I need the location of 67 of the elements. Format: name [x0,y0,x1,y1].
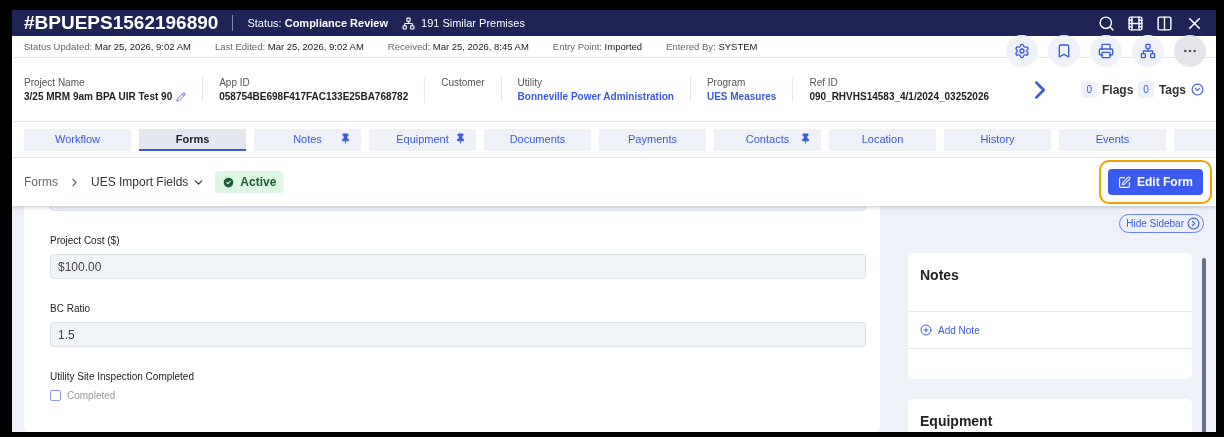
meta-item: Received: Mar 25, 2026, 8:45 AM [387,41,529,52]
tab[interactable]: Equipment [369,128,476,151]
info-label: Project Name [24,77,86,88]
record-id: #BPUEPS1562196890 [24,12,219,34]
info-label: App ID [219,77,251,88]
settings-button[interactable] [1006,35,1038,67]
tab[interactable]: History [944,128,1051,151]
info-label: Ref ID [809,77,839,88]
tab[interactable]: Location [829,128,936,151]
tab[interactable]: Workflow [24,128,131,151]
field-label: Utility Site Inspection Completed [50,371,195,382]
hierarchy-button[interactable] [1132,35,1164,67]
meta-item: Entry Point: Imported [552,41,643,52]
meta-item: Status Updated: Mar 25, 2026, 9:02 AM [24,41,191,52]
pencil-icon[interactable] [176,91,187,102]
checkbox[interactable] [50,390,61,401]
meta-item: Last Edited: Mar 25, 2026, 9:02 AM [214,41,364,52]
network-icon [402,16,415,30]
printer-icon [1098,43,1114,59]
tab[interactable]: Notes [254,128,361,151]
bookmark-button[interactable] [1048,35,1080,67]
scrollbar[interactable] [1202,258,1206,432]
card-title: Notes [919,266,960,285]
chevron-right-icon [1187,217,1200,230]
tags-count: 0 [1138,81,1154,98]
tags-label: Tags [1158,82,1186,97]
more-button[interactable] [1174,35,1206,67]
checkbox-label: Completed [67,390,116,401]
info-label: Utility [517,77,544,88]
tab[interactable]: Contacts [714,128,821,151]
card-title: Equipment [919,412,994,431]
info-link[interactable]: Bonneville Power Administration [517,91,674,102]
field-label: Project Cost ($) [50,235,121,246]
tab[interactable]: Documents [484,128,591,151]
flags-count: 0 [1081,81,1097,98]
columns-icon[interactable] [1156,14,1173,32]
similar-premises-link[interactable]: 191 Similar Premises [402,16,525,30]
hierarchy-icon [1140,43,1156,59]
input-field[interactable] [50,206,866,211]
edit-form-button[interactable]: Edit Form [1108,169,1203,195]
input-field[interactable]: 1.5 [50,322,866,347]
info-value: 090_RHVHS14583_4/1/2024_03252026 [809,91,989,102]
tab[interactable]: Events [1059,128,1166,151]
gear-icon [1014,43,1030,59]
add-note-link[interactable]: Add Note [908,311,1192,349]
input-field[interactable]: $100.00 [50,254,866,279]
tab[interactable]: Forms [139,128,246,151]
info-link[interactable]: UES Measures [706,91,777,102]
flags-label: Flags [1101,82,1134,97]
info-label: Customer [441,76,485,88]
status-badge: Active [215,171,284,193]
meta-item: Entered By: SYSTEM [666,41,758,52]
tab[interactable]: Payments [599,128,706,151]
plus-icon [920,324,932,336]
bookmark-icon [1056,43,1072,59]
search-icon[interactable] [1098,14,1115,32]
info-value: 058754BE698F417FAC133E25BA768782 [219,91,409,102]
edit-icon [1118,175,1131,189]
breadcrumb-link[interactable]: Forms [24,175,58,189]
info-value: 3/25 MRM 9am BPA UIR Test 90 [24,91,187,102]
print-button[interactable] [1090,35,1122,67]
status-text: Status: Compliance Review [247,17,388,29]
film-icon[interactable] [1127,14,1144,32]
form-selector[interactable]: UES Import Fields [91,175,206,189]
field-label: BC Ratio [50,303,91,314]
info-label: Program [706,77,747,88]
expand-icon[interactable] [1191,83,1204,96]
